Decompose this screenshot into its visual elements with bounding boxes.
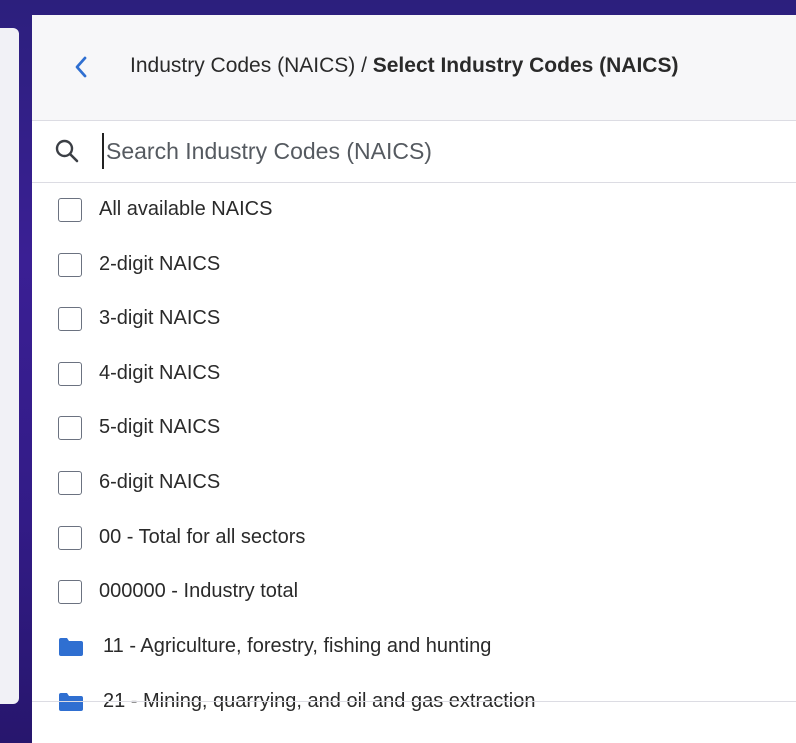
list-item-label: All available NAICS <box>99 198 273 220</box>
checkbox[interactable] <box>58 198 82 222</box>
search-bar <box>32 121 796 183</box>
side-panel-edge <box>0 28 19 704</box>
divider <box>32 701 796 702</box>
folder-icon <box>59 638 83 656</box>
list-item-4-digit[interactable]: 4-digit NAICS <box>32 347 796 401</box>
naics-selector-panel: Industry Codes (NAICS) / Select Industry… <box>32 15 796 743</box>
search-input[interactable] <box>102 133 756 169</box>
list-item-label: 5-digit NAICS <box>99 416 221 438</box>
breadcrumb-current: Select Industry Codes (NAICS) <box>372 54 679 77</box>
search-icon <box>55 139 79 163</box>
list-item-industry-total[interactable]: 000000 - Industry total <box>32 565 796 619</box>
list-item-6-digit[interactable]: 6-digit NAICS <box>32 456 796 510</box>
checkbox[interactable] <box>58 362 82 386</box>
folder-item-agriculture[interactable]: 11 - Agriculture, forestry, fishing and … <box>32 620 796 674</box>
chevron-left-icon <box>75 56 87 78</box>
list-item-5-digit[interactable]: 5-digit NAICS <box>32 401 796 455</box>
list-item-3-digit[interactable]: 3-digit NAICS <box>32 292 796 346</box>
checkbox[interactable] <box>58 307 82 331</box>
breadcrumb: Industry Codes (NAICS) / Select Industry… <box>130 54 678 78</box>
list-item-label: 000000 - Industry total <box>99 580 299 602</box>
checkbox[interactable] <box>58 580 82 604</box>
checkbox[interactable] <box>58 471 82 495</box>
list-item-total-all-sectors[interactable]: 00 - Total for all sectors <box>32 511 796 565</box>
list-item-label: 2-digit NAICS <box>99 253 221 275</box>
folder-item-label: 11 - Agriculture, forestry, fishing and … <box>103 635 492 657</box>
panel-header: Industry Codes (NAICS) / Select Industry… <box>32 15 796 121</box>
folder-item-mining[interactable]: 21 - Mining, quarrying, and oil and gas … <box>32 675 796 729</box>
checkbox[interactable] <box>58 416 82 440</box>
list-item-label: 00 - Total for all sectors <box>99 526 306 548</box>
back-button[interactable] <box>68 52 94 82</box>
list-item-all-available[interactable]: All available NAICS <box>32 183 796 237</box>
list-item-label: 3-digit NAICS <box>99 307 221 329</box>
folder-icon <box>59 693 83 711</box>
list-item-label: 6-digit NAICS <box>99 471 221 493</box>
checkbox[interactable] <box>58 526 82 550</box>
list-item-2-digit[interactable]: 2-digit NAICS <box>32 238 796 292</box>
breadcrumb-parent[interactable]: Industry Codes (NAICS) / <box>130 54 373 77</box>
list-item-label: 4-digit NAICS <box>99 362 221 384</box>
checkbox[interactable] <box>58 253 82 277</box>
